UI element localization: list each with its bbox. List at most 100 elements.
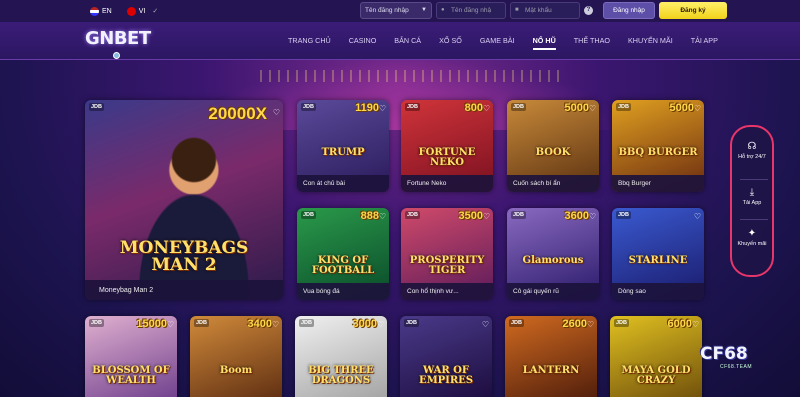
- provider-badge: JDB: [616, 103, 632, 111]
- jackpot-multiplier: 6000: [667, 318, 692, 330]
- game-caption: Vua bóng đá: [297, 283, 389, 300]
- divider: [740, 179, 768, 180]
- favorite-heart-icon[interactable]: ♡: [692, 320, 699, 329]
- provider-badge: JDB: [405, 103, 421, 111]
- game-logo-text: BOOK: [535, 147, 571, 158]
- favorite-heart-icon[interactable]: ♡: [483, 212, 490, 221]
- login-button[interactable]: Đăng nhập: [603, 2, 655, 19]
- game-caption: Cô gái quyến rũ: [507, 283, 599, 300]
- jackpot-multiplier: 5000: [564, 102, 589, 114]
- promo-button[interactable]: ✦ Khuyến mãi: [732, 228, 772, 247]
- provider-badge: JDB: [299, 319, 315, 327]
- headset-icon: ☊: [747, 141, 757, 152]
- user-icon: ●: [441, 7, 445, 13]
- game-card[interactable]: JDB 3400 ♡ Boom: [190, 316, 282, 397]
- floating-side-panel: ☊ Hỗ trợ 24/7 ⤓ Tải App ✦ Khuyến mãi: [730, 125, 774, 277]
- favorite-heart-icon[interactable]: ♡: [589, 212, 596, 221]
- favorite-heart-icon[interactable]: ♡: [694, 104, 701, 113]
- vn-flag-icon[interactable]: [126, 6, 136, 16]
- game-card[interactable]: JDB 2600 ♡ LANTERN: [505, 316, 597, 397]
- nav-item[interactable]: KHUYẾN MÃI: [628, 36, 673, 50]
- game-card[interactable]: JDB 5000 ♡ BBQ BURGER Bbq Burger: [612, 100, 704, 192]
- favorite-heart-icon[interactable]: ♡: [167, 320, 174, 329]
- nav-item[interactable]: CASINO: [349, 36, 377, 50]
- password-placeholder: Mật khẩu: [525, 7, 552, 14]
- lang-en-label[interactable]: EN: [102, 8, 112, 15]
- favorite-heart-icon[interactable]: ♡: [273, 108, 280, 117]
- favorite-heart-icon[interactable]: ♡: [483, 104, 490, 113]
- game-card-featured[interactable]: JDB 20000X ♡ MONEYBAGS MAN 2 Moneybag Ma…: [85, 100, 283, 300]
- jackpot-multiplier: 2600: [562, 318, 587, 330]
- game-card[interactable]: JDB 5000 ♡ BOOK Cuốn sách bí ẩn: [507, 100, 599, 192]
- game-card[interactable]: JDB ♡ STARLINE Dòng sao: [612, 208, 704, 300]
- site-logo[interactable]: GNBET: [85, 28, 151, 49]
- game-card[interactable]: JDB 3600 ♡ Glamorous Cô gái quyến rũ: [507, 208, 599, 300]
- jackpot-multiplier: 888: [360, 210, 379, 222]
- support-button[interactable]: ☊ Hỗ trợ 24/7: [732, 141, 772, 160]
- favorite-heart-icon[interactable]: ♡: [589, 104, 596, 113]
- download-app-button[interactable]: ⤓ Tải App: [732, 187, 772, 206]
- username-select-label: Tên đăng nhập: [365, 7, 409, 14]
- nav-item[interactable]: BẮN CÁ: [394, 36, 421, 50]
- game-card[interactable]: JDB 15000 ♡ BLOSSOM OF WEALTH: [85, 316, 177, 397]
- game-logo-text: KING OF FOOTBALL: [311, 255, 375, 276]
- provider-badge: JDB: [301, 103, 317, 111]
- provider-badge: JDB: [89, 319, 105, 327]
- help-icon[interactable]: ?: [584, 6, 593, 15]
- provider-badge: JDB: [509, 319, 525, 327]
- main-nav: GNBET TRANG CHỦ CASINO BẮN CÁ XỔ SỐ GAME BÀI…: [0, 22, 800, 60]
- favorite-heart-icon[interactable]: ♡: [379, 104, 386, 113]
- game-card[interactable]: JDB 1190 ♡ TRUMP Con át chủ bài: [297, 100, 389, 192]
- game-logo-text: MAYA GOLD CRAZY: [621, 365, 691, 386]
- download-icon: ⤓: [749, 187, 755, 198]
- nav-item[interactable]: THỂ THAO: [574, 36, 610, 50]
- jackpot-multiplier: 5000: [669, 102, 694, 114]
- us-flag-icon[interactable]: [90, 6, 99, 16]
- provider-badge: JDB: [405, 211, 421, 219]
- favorite-heart-icon[interactable]: ♡: [482, 320, 489, 329]
- promo-label: Khuyến mãi: [737, 241, 767, 247]
- provider-badge: JDB: [194, 319, 210, 327]
- game-card[interactable]: JDB 6000 ♡ MAYA GOLD CRAZY: [610, 316, 702, 397]
- game-card[interactable]: JDB 3500 ♡ PROSPERITY TIGER Con hổ thịnh vư.…: [401, 208, 493, 300]
- favorite-heart-icon[interactable]: ♡: [694, 212, 701, 221]
- nav-item[interactable]: XỔ SỐ: [439, 36, 462, 50]
- favorite-heart-icon[interactable]: ♡: [587, 320, 594, 329]
- provider-badge: JDB: [404, 319, 420, 327]
- app-label: Tải App: [742, 200, 762, 206]
- nav-menu: TRANG CHỦ CASINO BẮN CÁ XỔ SỐ GAME BÀI NỔ HŨ T…: [288, 36, 736, 50]
- game-card[interactable]: JDB 800 ♡ FORTUNE NEKO Fortune Neko: [401, 100, 493, 192]
- game-caption: Cuốn sách bí ẩn: [507, 175, 599, 192]
- nav-item[interactable]: TRANG CHỦ: [288, 36, 331, 50]
- game-card[interactable]: JDB 3000 ♡ BIG THREE DRAGONS: [295, 316, 387, 397]
- nav-item[interactable]: TẢI APP: [691, 36, 718, 50]
- jackpot-multiplier: 3600: [564, 210, 589, 222]
- game-caption: Bbq Burger: [612, 175, 704, 192]
- password-field[interactable]: ■ Mật khẩu: [510, 2, 580, 19]
- game-caption: Con át chủ bài: [297, 175, 389, 192]
- game-caption: Moneybag Man 2: [85, 280, 283, 300]
- game-logo-text: Boom: [219, 365, 253, 376]
- game-caption: Dòng sao: [612, 283, 704, 300]
- game-card[interactable]: JDB ♡ WAR OF EMPIRES: [400, 316, 492, 397]
- checkmark-icon: ✓: [152, 8, 159, 15]
- jackpot-multiplier: 20000X: [208, 104, 267, 123]
- nav-item[interactable]: GAME BÀI: [480, 36, 515, 50]
- favorite-heart-icon[interactable]: ♡: [377, 320, 384, 329]
- username-type-select[interactable]: Tên đăng nhập ▼: [360, 2, 432, 19]
- username-placeholder: Tên đăng nhậ: [451, 7, 492, 14]
- game-logo-text: Glamorous: [522, 255, 584, 266]
- favorite-heart-icon[interactable]: ♡: [379, 212, 386, 221]
- username-field[interactable]: ● Tên đăng nhậ: [436, 2, 506, 19]
- gift-icon: ✦: [747, 228, 757, 239]
- register-button[interactable]: Đăng ký: [659, 2, 727, 19]
- nav-item[interactable]: NỔ HŨ: [532, 36, 556, 50]
- favorite-heart-icon[interactable]: ♡: [272, 320, 279, 329]
- jackpot-multiplier: 800: [464, 102, 483, 114]
- game-logo-text: STARLINE: [628, 255, 688, 266]
- lang-vi-label[interactable]: VI: [139, 8, 146, 15]
- game-logo-text: FORTUNE NEKO: [418, 147, 476, 168]
- game-card[interactable]: JDB 888 ♡ KING OF FOOTBALL Vua bóng đá: [297, 208, 389, 300]
- watermark-brand: CF68: [700, 344, 748, 364]
- stage-lights: [260, 70, 560, 82]
